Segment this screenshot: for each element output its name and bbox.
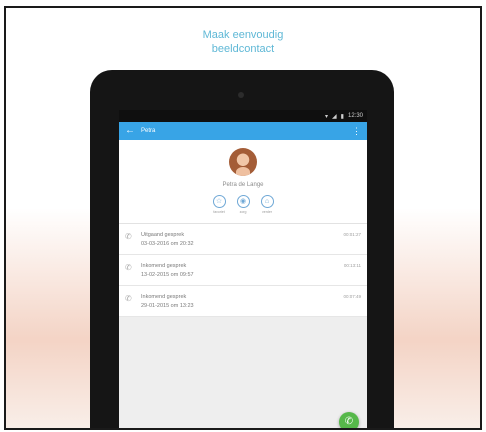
tablet-device: ▾ ◢ ▮ 12:30 ← Petra ⋮ Petra de Lange ☆ f… xyxy=(90,70,394,428)
call-button[interactable]: ✆ xyxy=(339,412,359,428)
status-bar: ▾ ◢ ▮ 12:30 xyxy=(119,110,367,122)
contact-header: Petra de Lange ☆ favoriet ◉ zorg ⌂ verde… xyxy=(119,140,367,224)
call-date: 03-03-2016 om 20:32 xyxy=(141,241,194,247)
front-camera xyxy=(238,92,244,98)
status-time: 12:30 xyxy=(347,113,363,119)
screenshot-frame: Maak eenvoudig beeldcontact ▾ ◢ ▮ 12:30 … xyxy=(4,6,482,430)
call-duration: 00:01:27 xyxy=(343,232,361,237)
car-icon: ⌂ xyxy=(260,195,274,208)
call-type: Inkomend gesprek xyxy=(141,263,187,269)
call-history-list: ✆ Uitgaand gesprek 03-03-2016 om 20:32 0… xyxy=(119,224,367,317)
battery-icon: ▮ xyxy=(340,113,344,120)
phone-icon: ✆ xyxy=(125,294,132,303)
call-date: 29-01-2015 om 13:23 xyxy=(141,303,194,309)
promo-title: Maak eenvoudig beeldcontact xyxy=(6,28,480,56)
contact-actions: ☆ favoriet ◉ zorg ⌂ verder xyxy=(119,195,367,214)
favorite-label: favoriet xyxy=(213,210,225,214)
background-blur-right xyxy=(390,208,480,428)
signal-icon: ◢ xyxy=(332,113,337,120)
arrow-left-icon[interactable]: ← xyxy=(125,126,135,136)
star-icon: ☆ xyxy=(212,195,226,208)
app-bar: ← Petra ⋮ xyxy=(119,122,367,140)
app-bar-title: Petra xyxy=(141,128,156,134)
phone-icon: ✆ xyxy=(344,416,354,427)
call-history-row[interactable]: ✆ Uitgaand gesprek 03-03-2016 om 20:32 0… xyxy=(119,224,367,255)
further-label: verder xyxy=(262,210,272,214)
avatar xyxy=(229,148,257,176)
promo-title-line-2: beeldcontact xyxy=(211,43,275,55)
call-duration: 00:13:11 xyxy=(343,263,361,268)
phone-icon: ✆ xyxy=(125,263,132,272)
call-history-row[interactable]: ✆ Inkomend gesprek 13-02-2015 om 09:57 0… xyxy=(119,255,367,286)
app-screen: ▾ ◢ ▮ 12:30 ← Petra ⋮ Petra de Lange ☆ f… xyxy=(119,110,367,428)
favorite-button[interactable]: ☆ favoriet xyxy=(211,195,227,214)
care-label: zorg xyxy=(239,210,247,214)
promo-title-line-1: Maak eenvoudig xyxy=(202,29,284,41)
call-history-row[interactable]: ✆ Inkomend gesprek 29-01-2015 om 13:23 0… xyxy=(119,286,367,317)
call-type: Inkomend gesprek xyxy=(141,294,187,300)
further-button[interactable]: ⌂ verder xyxy=(259,195,275,214)
wifi-icon: ▾ xyxy=(325,113,329,120)
phone-icon: ✆ xyxy=(125,232,132,241)
eye-icon: ◉ xyxy=(236,195,250,208)
care-button[interactable]: ◉ zorg xyxy=(235,195,251,214)
overflow-menu-icon[interactable]: ⋮ xyxy=(352,126,361,136)
call-date: 13-02-2015 om 09:57 xyxy=(141,272,194,278)
call-duration: 00:07:49 xyxy=(343,294,361,299)
background-blur-left xyxy=(6,208,96,428)
call-type: Uitgaand gesprek xyxy=(141,232,185,238)
contact-name: Petra de Lange xyxy=(222,182,264,188)
